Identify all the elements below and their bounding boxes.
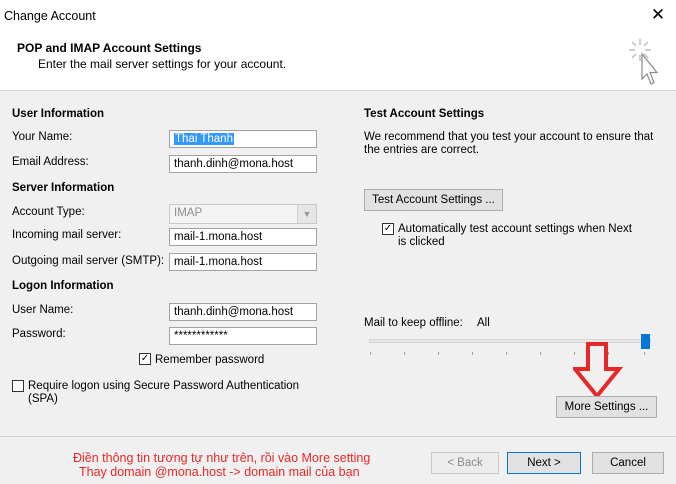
offline-value: All — [477, 317, 490, 329]
incoming-server-input[interactable]: mail-1.mona.host — [169, 228, 317, 246]
account-type-select: IMAP ▼ — [169, 204, 317, 224]
header-title: POP and IMAP Account Settings — [17, 41, 202, 55]
test-desc-line1: We recommend that you test your account … — [364, 131, 654, 143]
remember-password-label: Remember password — [155, 354, 265, 366]
back-button[interactable]: < Back — [431, 452, 499, 474]
name-label: Your Name: — [12, 131, 73, 143]
user-info-heading: User Information — [12, 108, 105, 120]
close-icon[interactable]: ✕ — [648, 5, 668, 25]
auto-test-label-line1: Automatically test account settings when… — [398, 223, 632, 235]
remember-password-checkbox[interactable]: ✓ — [139, 353, 151, 365]
change-account-dialog: Change Account ✕ POP and IMAP Account Se… — [0, 0, 676, 484]
window-title: Change Account — [4, 9, 96, 23]
spa-label-line1: Require logon using Secure Password Auth… — [28, 380, 300, 392]
slider-tick — [438, 352, 439, 355]
more-settings-button[interactable]: More Settings ... — [556, 396, 657, 418]
username-label: User Name: — [12, 304, 74, 316]
test-desc-line2: the entries are correct. — [364, 144, 480, 156]
outgoing-server-label: Outgoing mail server (SMTP): — [12, 255, 165, 267]
account-type-value: IMAP — [174, 207, 203, 219]
annotation-line2: Thay domain @mona.host -> domain mail củ… — [79, 465, 360, 479]
auto-test-checkbox[interactable]: ✓ — [382, 223, 394, 235]
dialog-header: POP and IMAP Account Settings Enter the … — [0, 32, 676, 91]
username-input[interactable]: thanh.dinh@mona.host — [169, 303, 317, 321]
cancel-button[interactable]: Cancel — [592, 452, 664, 474]
logon-info-heading: Logon Information — [12, 280, 114, 292]
offline-slider-thumb[interactable] — [641, 334, 650, 349]
spa-checkbox[interactable] — [12, 380, 24, 392]
account-type-label: Account Type: — [12, 206, 85, 218]
header-subtitle: Enter the mail server settings for your … — [38, 57, 287, 71]
incoming-server-label: Incoming mail server: — [12, 229, 122, 241]
your-name-value: Thai Thanh — [174, 133, 234, 145]
slider-tick — [644, 352, 645, 355]
wizard-cursor-icon — [629, 39, 659, 85]
offline-label: Mail to keep offline: — [364, 317, 463, 329]
your-name-input[interactable]: Thai Thanh — [169, 130, 317, 148]
password-label: Password: — [12, 328, 66, 340]
title-bar: Change Account ✕ — [0, 0, 676, 32]
slider-tick — [506, 352, 507, 355]
slider-tick — [404, 352, 405, 355]
red-down-arrow-icon — [573, 342, 623, 399]
test-account-settings-button[interactable]: Test Account Settings ... — [364, 189, 503, 211]
spa-label-line2: (SPA) — [28, 393, 58, 405]
next-button[interactable]: Next > — [507, 452, 581, 474]
slider-tick — [540, 352, 541, 355]
email-address-input[interactable]: thanh.dinh@mona.host — [169, 155, 317, 173]
chevron-down-icon: ▼ — [297, 205, 316, 223]
password-input[interactable]: ************ — [169, 327, 317, 345]
server-info-heading: Server Information — [12, 182, 115, 194]
outgoing-server-input[interactable]: mail-1.mona.host — [169, 253, 317, 271]
annotation-line1: Điền thông tin tương tự như trên, rồi và… — [73, 451, 371, 465]
auto-test-label-line2: is clicked — [398, 236, 445, 248]
slider-tick — [472, 352, 473, 355]
email-label: Email Address: — [12, 156, 89, 168]
test-settings-heading: Test Account Settings — [364, 108, 485, 120]
slider-tick — [370, 352, 371, 355]
footer-separator — [0, 436, 676, 437]
